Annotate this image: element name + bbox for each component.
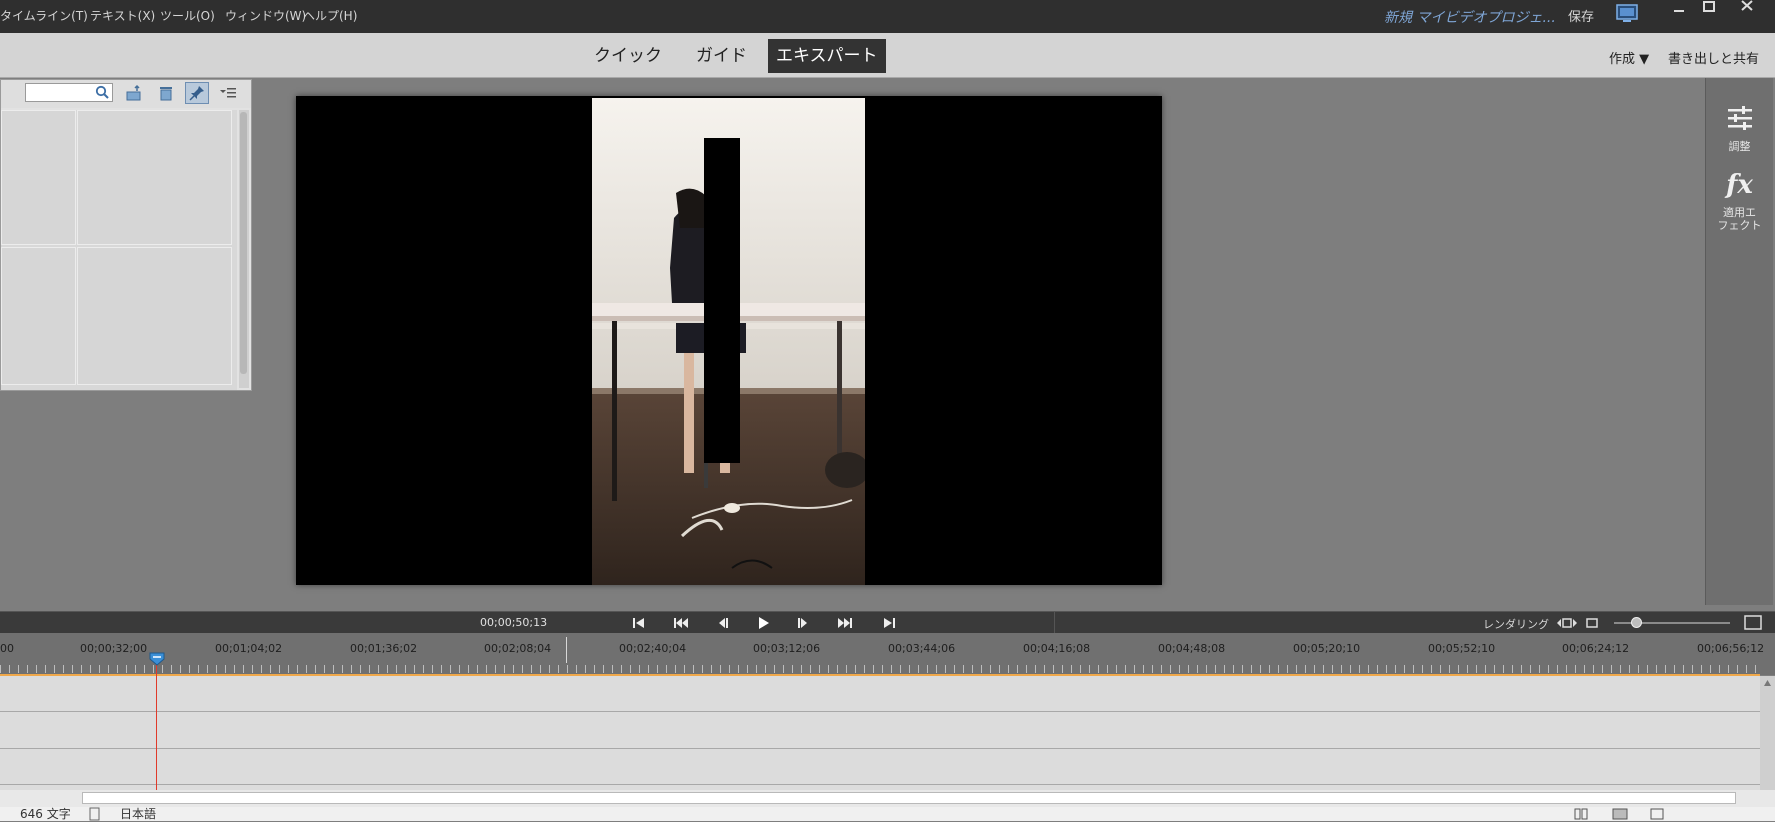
tab-guided[interactable]: ガイド	[688, 39, 755, 73]
assets-grid	[1, 110, 237, 390]
redaction-bar	[704, 138, 740, 463]
zoom-out-icon[interactable]	[1586, 617, 1598, 629]
import-icon[interactable]	[125, 84, 143, 102]
menu-tools[interactable]: ツール(O)	[160, 7, 215, 24]
trash-icon[interactable]	[157, 84, 175, 102]
ruler-label: 00;03;12;06	[753, 642, 821, 655]
asset-cell[interactable]	[1, 110, 76, 245]
read-mode-icon[interactable]	[1574, 808, 1588, 820]
create-menu[interactable]: 作成 ▼	[1609, 48, 1649, 67]
menu-bar: タイムライン(T) テキスト(X) ツール(O) ウィンドウ(W) ヘルプ(H)…	[0, 0, 1775, 33]
adjust-label: 調整	[1728, 140, 1751, 153]
render-button[interactable]: レンダリング	[1483, 616, 1549, 632]
menu-help[interactable]: ヘルプ(H)	[303, 7, 357, 24]
menu-text[interactable]: テキスト(X)	[90, 7, 155, 24]
language-indicator[interactable]: 日本語	[120, 805, 156, 822]
go-to-start-icon[interactable]	[630, 615, 648, 631]
playhead-handle[interactable]	[149, 652, 165, 666]
status-bar: 646 文字 日本語	[0, 807, 1775, 821]
save-button[interactable]: 保存	[1568, 6, 1594, 25]
play-icon[interactable]	[754, 615, 772, 631]
pin-icon	[189, 86, 204, 101]
preview-monitor	[296, 96, 1162, 585]
adjust-button[interactable]: 調整	[1706, 106, 1773, 156]
ruler-label: 00;06;24;12	[1562, 642, 1630, 655]
ruler-label: 00;02;08;04	[484, 642, 552, 655]
minimize-icon[interactable]	[1666, 0, 1692, 18]
character-count: 646 文字	[20, 807, 71, 821]
video-frame	[592, 98, 865, 585]
previous-edit-icon[interactable]	[672, 615, 690, 631]
ruler-label: 00;00;32;00	[80, 642, 148, 655]
step-forward-icon[interactable]	[794, 615, 812, 631]
assets-scrollbar[interactable]	[239, 110, 249, 388]
track-divider	[0, 784, 1760, 785]
applied-effects-button[interactable]: fx 適用エ フェクト	[1706, 170, 1773, 236]
next-edit-icon[interactable]	[836, 615, 854, 631]
menu-window[interactable]: ウィンドウ(W)	[225, 7, 306, 24]
horizontal-scrollbar[interactable]	[82, 792, 1736, 804]
proofing-icon[interactable]	[88, 807, 102, 821]
sliders-icon	[1728, 106, 1752, 130]
assets-scroll-thumb[interactable]	[240, 112, 247, 374]
scroll-up-icon[interactable]	[1763, 679, 1772, 687]
go-to-end-icon[interactable]	[880, 615, 898, 631]
maximize-icon[interactable]	[1696, 0, 1722, 18]
fit-timeline-icon[interactable]	[1556, 617, 1578, 629]
search-icon[interactable]	[95, 85, 109, 99]
effects-label-line2: フェクト	[1717, 219, 1762, 232]
ruler-label: 00;03;44;06	[888, 642, 956, 655]
project-assets-panel	[0, 79, 252, 391]
tab-expert[interactable]: エキスパート	[768, 39, 886, 73]
step-back-icon[interactable]	[714, 615, 732, 631]
assets-toolbar	[1, 80, 251, 108]
current-timecode[interactable]: 00;00;50;13	[480, 616, 547, 629]
ruler-label: 00;05;52;10	[1428, 642, 1496, 655]
timeline-ruler[interactable]: 00 00;00;32;00 00;01;04;02 00;01;36;02 0…	[0, 633, 1775, 675]
transport-bar: 00;00;50;13 レンダリング	[0, 611, 1775, 634]
asset-cell[interactable]	[77, 247, 232, 385]
monitor-icon[interactable]	[1616, 4, 1638, 22]
horizontal-scroll-area	[0, 790, 1775, 807]
ruler-label: 00;02;40;04	[619, 642, 687, 655]
close-icon[interactable]	[1734, 0, 1760, 18]
asset-cell[interactable]	[1, 247, 76, 385]
work-area-marker[interactable]	[566, 637, 567, 663]
web-layout-icon[interactable]	[1650, 808, 1664, 820]
playhead-line	[156, 664, 157, 790]
panel-menu-icon[interactable]	[219, 86, 237, 100]
ruler-label: 00	[0, 642, 14, 655]
effects-label-line1: 適用エ	[1723, 206, 1756, 219]
ruler-label: 00;06;56;12	[1697, 642, 1765, 655]
print-layout-icon[interactable]	[1612, 808, 1628, 820]
ruler-label: 00;01;04;02	[215, 642, 283, 655]
pin-button[interactable]	[185, 82, 209, 104]
tab-quick[interactable]: クイック	[586, 39, 670, 73]
transport-divider	[1054, 612, 1055, 634]
track-divider	[0, 748, 1760, 749]
ruler-ticks	[0, 665, 1760, 673]
zoom-slider-thumb[interactable]	[1631, 617, 1642, 628]
track-divider	[0, 711, 1760, 712]
fx-icon: fx	[1726, 170, 1753, 200]
zoom-in-icon[interactable]	[1744, 615, 1762, 630]
ruler-label: 00;01;36;02	[350, 642, 418, 655]
right-tools-panel: 調整 fx 適用エ フェクト	[1705, 78, 1773, 605]
timeline-tracks[interactable]	[0, 676, 1760, 790]
asset-cell[interactable]	[77, 110, 232, 245]
mode-bar: クイック ガイド エキスパート 作成 ▼ 書き出しと共有	[0, 33, 1775, 78]
timeline-vertical-scrollbar[interactable]	[1760, 676, 1775, 790]
export-share-menu[interactable]: 書き出しと共有	[1668, 48, 1759, 67]
ruler-label: 00;04;16;08	[1023, 642, 1091, 655]
ruler-label: 00;05;20;10	[1293, 642, 1361, 655]
ruler-label: 00;04;48;08	[1158, 642, 1226, 655]
project-title[interactable]: 新規 マイビデオプロジェ...	[1384, 7, 1556, 27]
menu-timeline[interactable]: タイムライン(T)	[0, 7, 88, 24]
